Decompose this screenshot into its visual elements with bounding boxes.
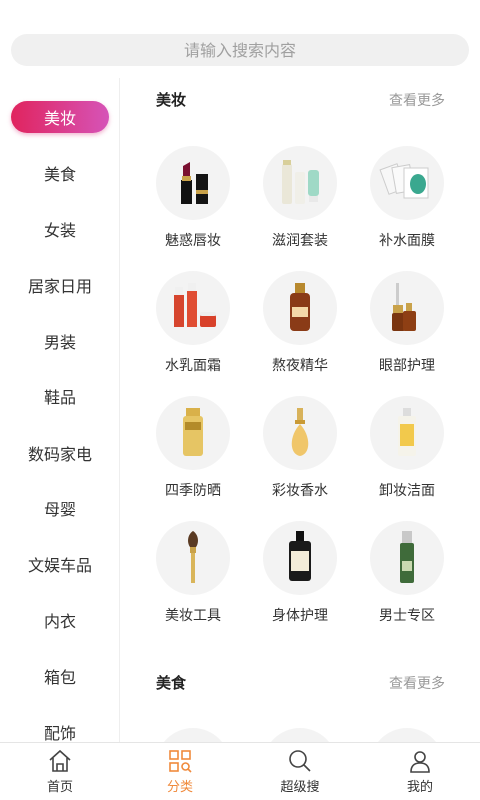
sidebar-item-bags[interactable]: 箱包 [0,658,119,694]
sidebar-item-food[interactable]: 美食 [0,155,119,191]
sidebar-item-mens-clothing[interactable]: 男装 [0,323,119,359]
category-label: 补水面膜 [379,233,435,249]
sidebar-item-electronics[interactable]: 数码家电 [0,435,119,471]
category-label: 身体护理 [272,608,328,624]
category-label: 卸妆洁面 [379,483,435,499]
category-content: 美妆 查看更多 魅惑唇妆 滋润套装 补水面膜 水乳面霜 熬夜精华 眼部护理 四季… [121,78,480,742]
search-bar [0,0,480,78]
category-cell[interactable]: 补水面膜 [357,146,457,256]
category-thumb-partial[interactable] [263,728,337,742]
category-cell[interactable]: 滋润套装 [250,146,350,256]
sidebar-item-underwear[interactable]: 内衣 [0,602,119,638]
category-label: 四季防晒 [165,483,221,499]
tab-label: 首页 [46,780,73,795]
category-cell[interactable]: 男士专区 [357,521,457,631]
sidebar-item-beauty[interactable]: 美妆 [11,101,109,133]
lotion-cream-icon [156,271,230,345]
body-oil-icon [263,521,337,595]
category-thumb-partial[interactable] [370,728,444,742]
sidebar-item-label: 美妆 [43,109,76,128]
tab-super-search[interactable]: 超级搜 [240,743,360,800]
category-label: 男士专区 [379,608,435,624]
category-cell[interactable]: 美妆工具 [143,521,243,631]
tab-label: 我的 [406,780,433,795]
category-label: 美妆工具 [165,608,221,624]
view-more-link[interactable]: 查看更多 [389,673,445,693]
eye-serum-icon [370,271,444,345]
sidebar-item-label: 母婴 [43,500,76,519]
section-title: 美妆 [156,91,187,109]
tab-category[interactable]: 分类 [120,743,240,800]
category-cell[interactable]: 熬夜精华 [250,271,350,381]
serum-bottle-icon [263,271,337,345]
sidebar-item-label: 文娱车品 [27,556,92,575]
mens-bottle-icon [370,521,444,595]
tab-label: 超级搜 [280,780,320,795]
search-input[interactable] [11,34,469,66]
sidebar-item-home-goods[interactable]: 居家日用 [0,267,119,303]
category-cell[interactable]: 彩妆香水 [250,396,350,506]
sidebar-item-label: 内衣 [43,612,76,631]
sunscreen-icon [156,396,230,470]
sidebar-item-label: 女装 [43,221,76,240]
category-cell[interactable]: 眼部护理 [357,271,457,381]
category-label: 水乳面霜 [165,358,221,374]
cleanser-icon [370,396,444,470]
category-cell[interactable]: 卸妆洁面 [357,396,457,506]
sidebar-item-label: 数码家电 [27,445,92,464]
sidebar-item-label: 居家日用 [27,277,92,296]
search-box[interactable] [11,34,469,66]
tab-profile[interactable]: 我的 [360,743,480,800]
sidebar-item-label: 美食 [43,165,76,184]
view-more-link[interactable]: 查看更多 [389,90,445,110]
makeup-brush-icon [156,521,230,595]
bottom-tab-bar: 首页 分类 超级搜 我的 [0,742,480,800]
category-cell[interactable]: 身体护理 [250,521,350,631]
tab-label: 分类 [166,780,193,795]
category-icon [169,750,192,773]
user-icon [410,751,430,773]
search-icon [289,750,311,772]
sidebar-item-accessories[interactable]: 配饰 [0,714,119,742]
category-label: 滋润套装 [272,233,328,249]
home-icon [49,749,71,772]
category-sidebar: 美妆 美食 女装 居家日用 男装 鞋品 数码家电 母婴 文娱车品 内衣 箱包 配… [0,78,120,742]
category-thumb-partial[interactable] [156,728,230,742]
skincare-set-icon [263,146,337,220]
face-mask-icon [370,146,444,220]
lipstick-icon [156,146,230,220]
sidebar-item-label: 鞋品 [43,388,76,407]
perfume-icon [263,396,337,470]
sidebar-item-baby[interactable]: 母婴 [0,490,119,526]
sidebar-item-label: 箱包 [43,668,76,687]
tab-home[interactable]: 首页 [0,743,120,800]
category-cell[interactable]: 水乳面霜 [143,271,243,381]
section-title: 美食 [156,674,187,692]
category-label: 熬夜精华 [272,358,328,374]
category-cell[interactable]: 魅惑唇妆 [143,146,243,256]
category-label: 魅惑唇妆 [165,233,221,249]
sidebar-item-shoes[interactable]: 鞋品 [0,378,119,414]
sidebar-item-entertainment-car[interactable]: 文娱车品 [0,546,119,582]
category-label: 彩妆香水 [272,483,328,499]
category-label: 眼部护理 [379,358,435,374]
sidebar-item-womens-clothing[interactable]: 女装 [0,211,119,247]
sidebar-item-label: 配饰 [43,724,76,742]
sidebar-item-label: 男装 [43,333,76,352]
category-cell[interactable]: 四季防晒 [143,396,243,506]
